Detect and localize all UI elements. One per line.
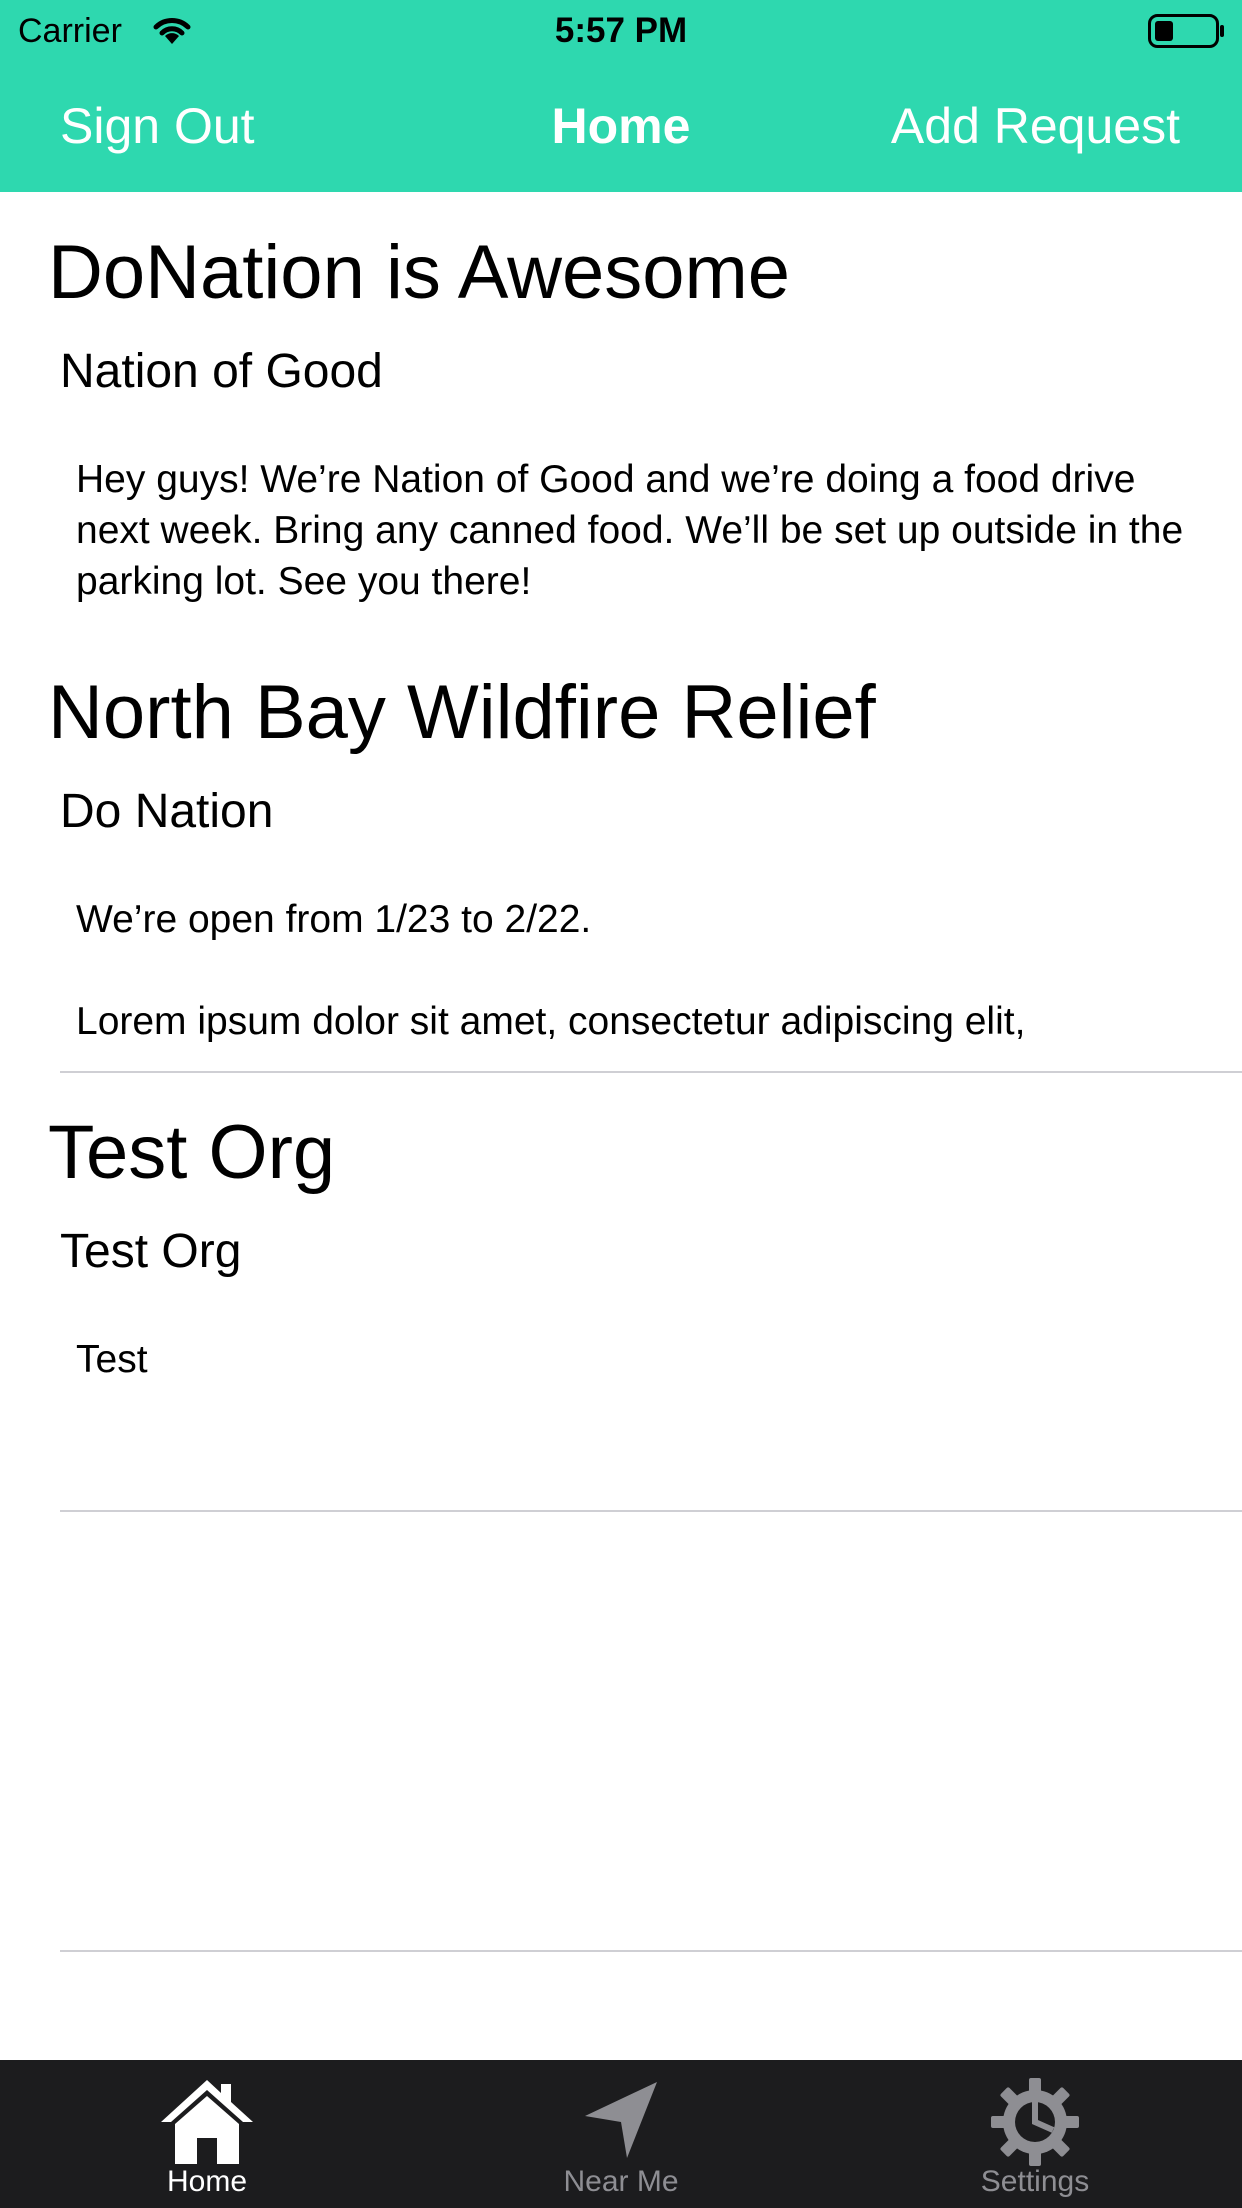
- sign-out-button[interactable]: Sign Out: [60, 96, 255, 156]
- tab-label: Home: [166, 2165, 248, 2198]
- navigation-bar: Sign Out Home Add Request: [0, 62, 1242, 192]
- gear-icon: [991, 2078, 1079, 2166]
- request-cell[interactable]: North Bay Wildfire Relief Do Nation We’r…: [0, 632, 1242, 1072]
- tab-home[interactable]: Home: [0, 2060, 414, 2208]
- request-cell[interactable]: DoNation is Awesome Nation of Good Hey g…: [0, 192, 1242, 632]
- header: Carrier 5:57 PM Sign Out Home Add Reques…: [0, 0, 1242, 192]
- add-request-button[interactable]: Add Request: [891, 96, 1180, 156]
- home-screen: Carrier 5:57 PM Sign Out Home Add Reques…: [0, 0, 1242, 2208]
- tab-bar: Home Near Me Settings: [0, 2060, 1242, 2208]
- request-list[interactable]: DoNation is Awesome Nation of Good Hey g…: [0, 192, 1242, 2060]
- tab-label: Settings: [980, 2165, 1090, 2198]
- clock: 5:57 PM: [554, 11, 688, 50]
- cell-separator: [60, 1510, 1242, 1512]
- status-bar: Carrier 5:57 PM: [0, 0, 1242, 62]
- request-title: North Bay Wildfire Relief: [48, 670, 876, 755]
- request-description: We’re open from 1/23 to 2/22. Lorem ipsu…: [76, 898, 1026, 1043]
- request-organization: Do Nation: [60, 785, 274, 838]
- request-title: Test Org: [48, 1110, 336, 1195]
- tab-settings[interactable]: Settings: [828, 2060, 1242, 2208]
- tab-label: Near Me: [563, 2165, 679, 2198]
- request-description: Hey guys! We’re Nation of Good and we’re…: [76, 458, 1194, 603]
- request-organization: Test Org: [60, 1225, 242, 1278]
- location-arrow-icon: [585, 2082, 657, 2158]
- request-cell[interactable]: Test Org Test Org Test: [0, 1072, 1242, 1512]
- home-icon: [161, 2080, 253, 2164]
- request-description: Test: [76, 1338, 148, 1381]
- request-title: DoNation is Awesome: [48, 230, 791, 315]
- tab-near-me[interactable]: Near Me: [414, 2060, 828, 2208]
- request-organization: Nation of Good: [60, 345, 383, 398]
- page-title: Home: [551, 98, 691, 154]
- battery-icon: [1148, 14, 1224, 48]
- cell-separator: [60, 1950, 1242, 1952]
